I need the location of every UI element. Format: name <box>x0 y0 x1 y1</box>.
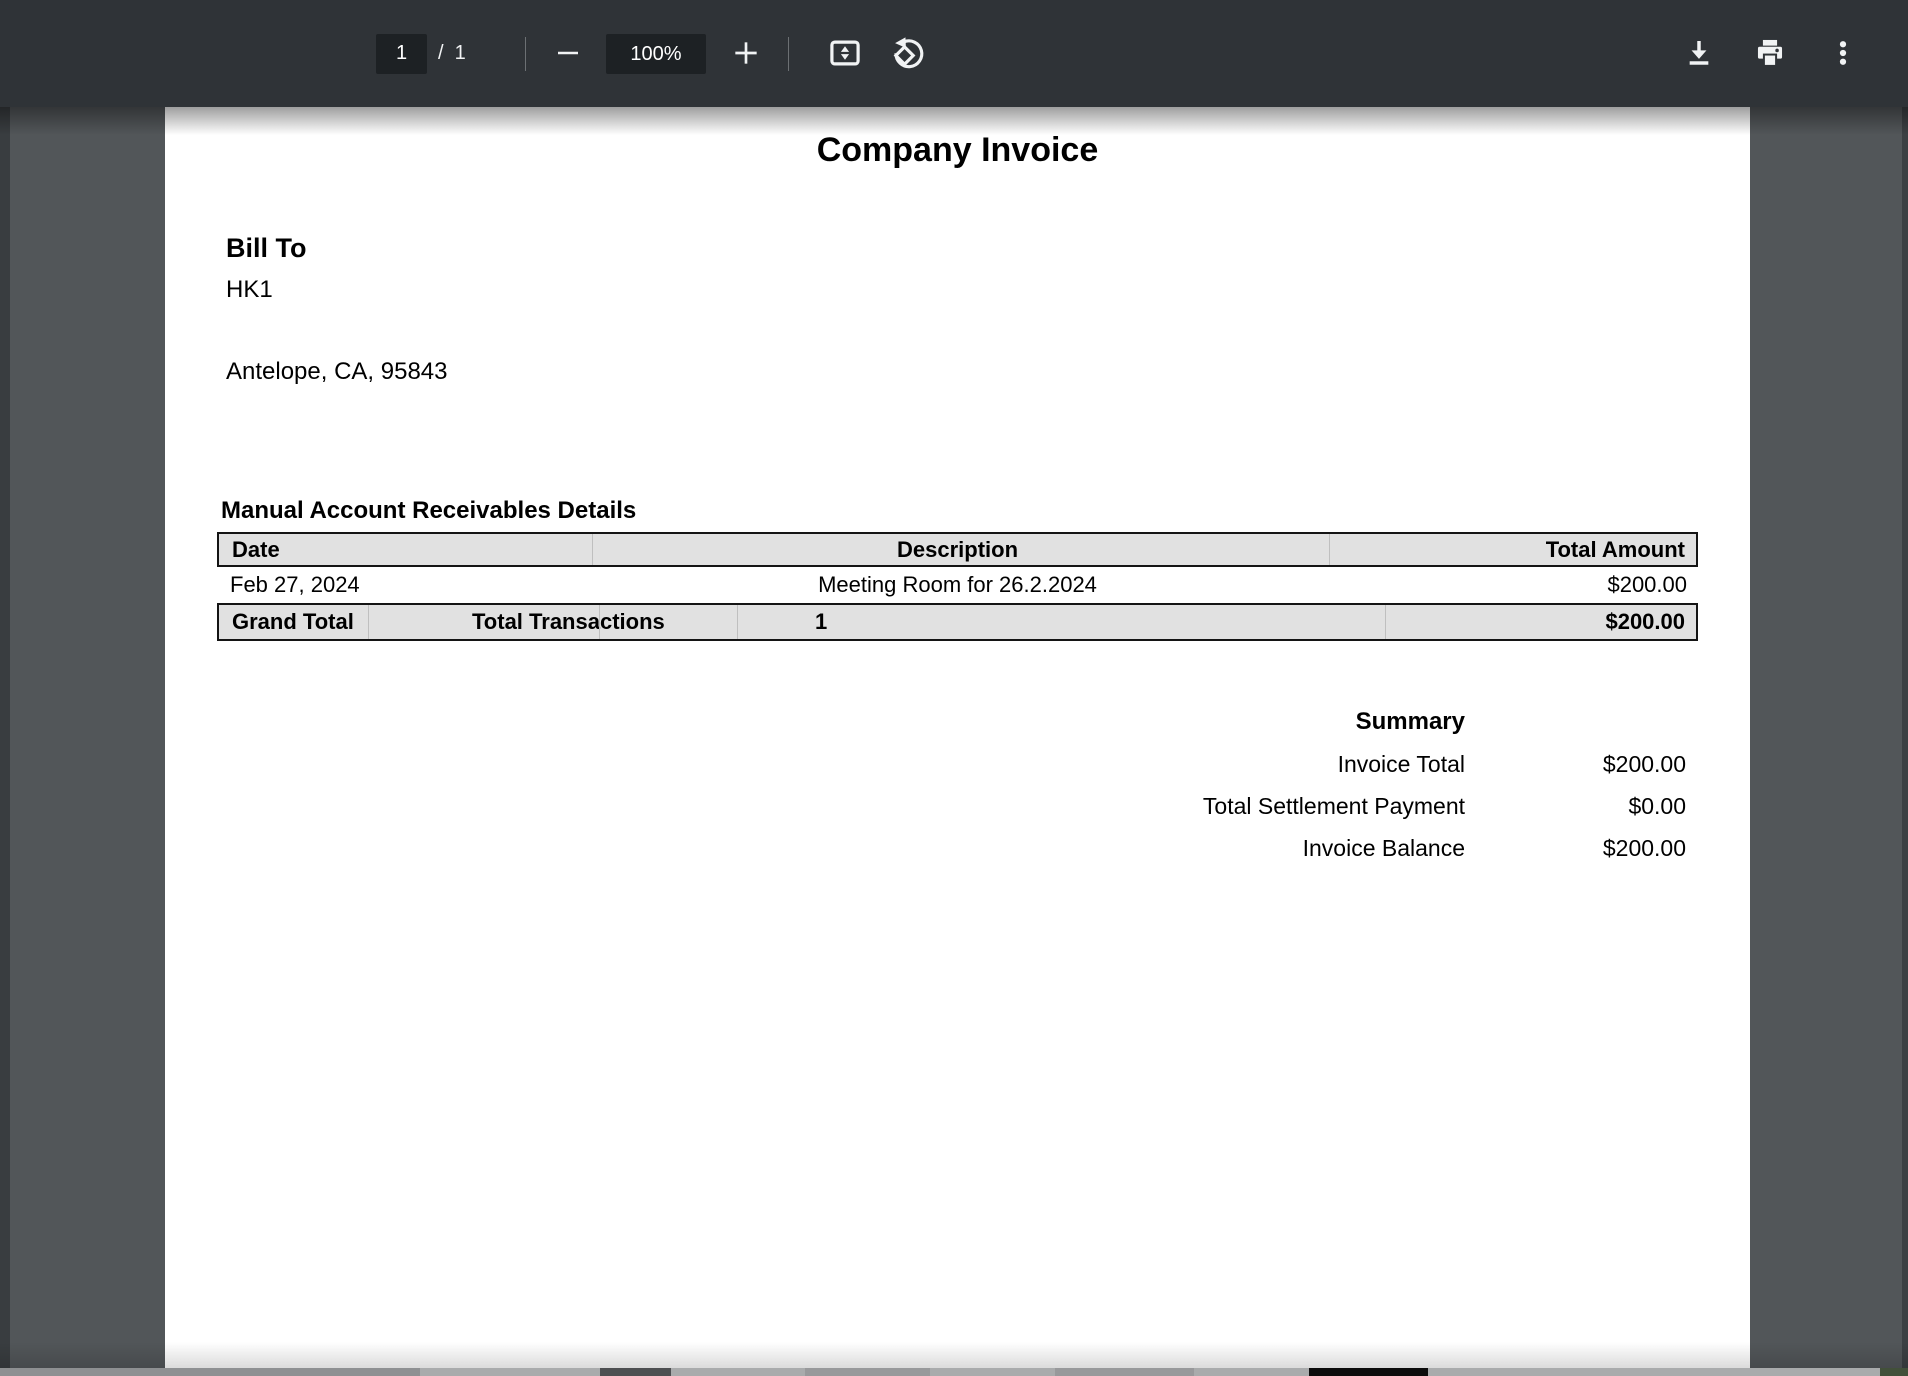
column-divider <box>592 534 593 565</box>
summary-row-invoice-balance: Invoice Balance $200.00 <box>165 827 1686 869</box>
download-icon <box>1683 37 1715 69</box>
rotate-counterclockwise-icon <box>890 35 926 71</box>
zoom-in-icon <box>730 37 762 69</box>
bill-to-address: Antelope, CA, 95843 <box>226 358 448 386</box>
bottom-edge-strip <box>0 1368 1908 1376</box>
bill-to-heading: Bill To <box>226 233 307 264</box>
summary-block: Summary Invoice Total $200.00 Total Sett… <box>165 701 1686 869</box>
total-transactions-label: Total Transactions <box>472 609 665 635</box>
cell-total-amount: $200.00 <box>1607 572 1687 598</box>
summary-value: $0.00 <box>1465 793 1686 820</box>
column-divider <box>368 605 369 639</box>
toolbar-divider <box>525 37 526 71</box>
rotate-counterclockwise-button[interactable] <box>884 29 932 77</box>
grand-total-row: Grand Total Total Transactions 1 $200.00 <box>217 603 1698 641</box>
summary-value: $200.00 <box>1465 835 1686 862</box>
invoice-title: Company Invoice <box>165 131 1750 170</box>
download-button[interactable] <box>1675 29 1723 77</box>
viewer-left-edge <box>0 107 10 1368</box>
viewer-right-edge <box>1902 107 1908 1368</box>
document-page: Company Invoice Bill To HK1 Antelope, CA… <box>165 107 1750 1368</box>
page-total: 1 <box>455 42 466 65</box>
pdf-viewer-canvas[interactable]: Company Invoice Bill To HK1 Antelope, CA… <box>0 107 1908 1376</box>
summary-row-settlement-payment: Total Settlement Payment $0.00 <box>165 785 1686 827</box>
table-header-row: Date Description Total Amount <box>217 532 1698 567</box>
receivables-heading: Manual Account Receivables Details <box>221 497 636 525</box>
pdf-toolbar: / 1 100% <box>0 0 1908 107</box>
summary-label: Invoice Balance <box>1303 835 1465 862</box>
summary-label: Total Settlement Payment <box>1203 793 1465 820</box>
zoom-in-button[interactable] <box>722 29 770 77</box>
summary-value: $200.00 <box>1465 751 1686 778</box>
more-options-icon <box>1828 38 1858 68</box>
more-options-button[interactable] <box>1819 29 1867 77</box>
table-row: Feb 27, 2024 Meeting Room for 26.2.2024 … <box>217 567 1698 603</box>
summary-row-invoice-total: Invoice Total $200.00 <box>165 743 1686 785</box>
summary-label: Invoice Total <box>1338 751 1465 778</box>
total-transactions-count: 1 <box>815 609 827 635</box>
summary-heading-row: Summary <box>165 701 1686 743</box>
pdf-viewer-window: / 1 100% <box>0 0 1908 1376</box>
column-divider <box>1385 605 1386 639</box>
print-button[interactable] <box>1746 29 1794 77</box>
zoom-out-icon <box>553 38 583 68</box>
column-header-total-amount: Total Amount <box>1546 537 1685 563</box>
fit-to-page-button[interactable] <box>821 29 869 77</box>
grand-total-amount: $200.00 <box>1605 609 1685 635</box>
page-separator: / <box>438 42 444 65</box>
toolbar-divider <box>788 37 789 71</box>
print-icon <box>1753 36 1787 70</box>
page-number-input[interactable] <box>376 34 427 74</box>
summary-heading: Summary <box>1356 708 1465 736</box>
cell-description: Meeting Room for 26.2.2024 <box>217 572 1698 598</box>
column-divider <box>1329 534 1330 565</box>
fit-to-page-icon <box>827 37 863 69</box>
grand-total-label: Grand Total <box>232 609 354 635</box>
zoom-out-button[interactable] <box>544 29 592 77</box>
column-header-description: Description <box>219 537 1696 563</box>
column-divider <box>737 605 738 639</box>
bill-to-name: HK1 <box>226 276 273 304</box>
receivables-table: Date Description Total Amount Feb 27, 20… <box>217 532 1698 641</box>
column-divider <box>599 605 600 639</box>
zoom-level-display[interactable]: 100% <box>606 34 706 74</box>
page-indicator: / 1 <box>376 0 466 107</box>
